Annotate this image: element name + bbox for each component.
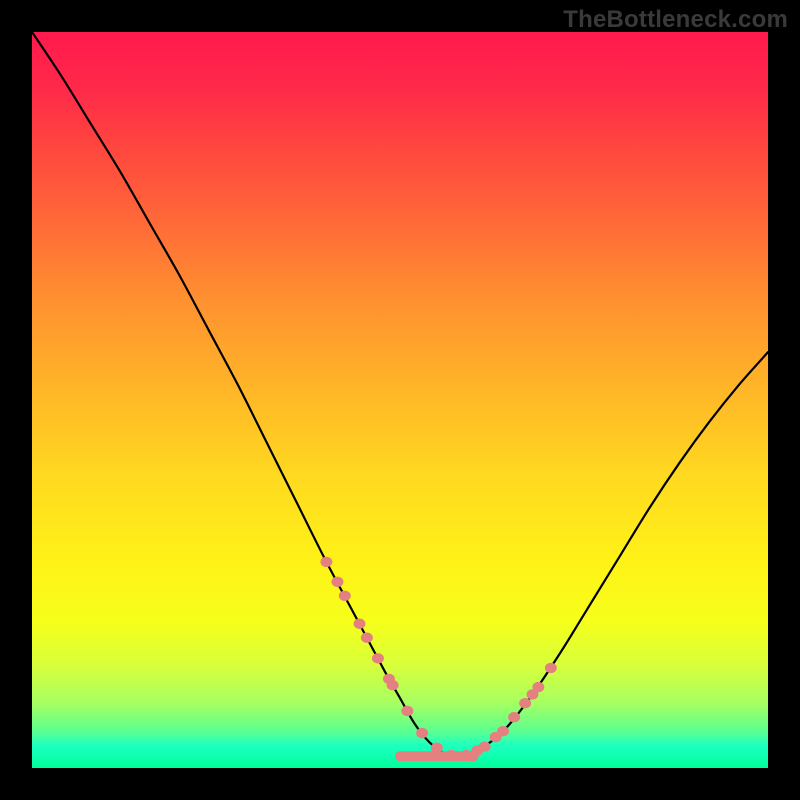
- curve-marker: [508, 712, 520, 722]
- curve-marker: [361, 633, 373, 643]
- curve-marker: [532, 682, 544, 692]
- watermark-text: TheBottleneck.com: [563, 6, 788, 34]
- curve-marker: [387, 680, 399, 690]
- bottleneck-curve: [32, 32, 768, 757]
- curve-marker: [339, 591, 351, 601]
- curve-marker: [416, 728, 428, 738]
- curve-marker: [519, 698, 531, 708]
- curve-marker: [446, 750, 458, 760]
- curve-marker: [497, 726, 509, 736]
- plot-area: [32, 32, 768, 768]
- curve-marker: [545, 663, 557, 673]
- curve-marker: [431, 743, 443, 753]
- curve-marker: [354, 619, 366, 629]
- chart-frame: TheBottleneck.com: [0, 0, 800, 800]
- curve-marker: [372, 653, 384, 663]
- curve-marker: [471, 745, 483, 755]
- curve-marker: [320, 557, 332, 567]
- curve-marker: [401, 706, 413, 716]
- curve-marker: [460, 750, 472, 760]
- curve-marker: [331, 577, 343, 587]
- curve-markers: [320, 557, 556, 761]
- curve-svg: [32, 32, 768, 768]
